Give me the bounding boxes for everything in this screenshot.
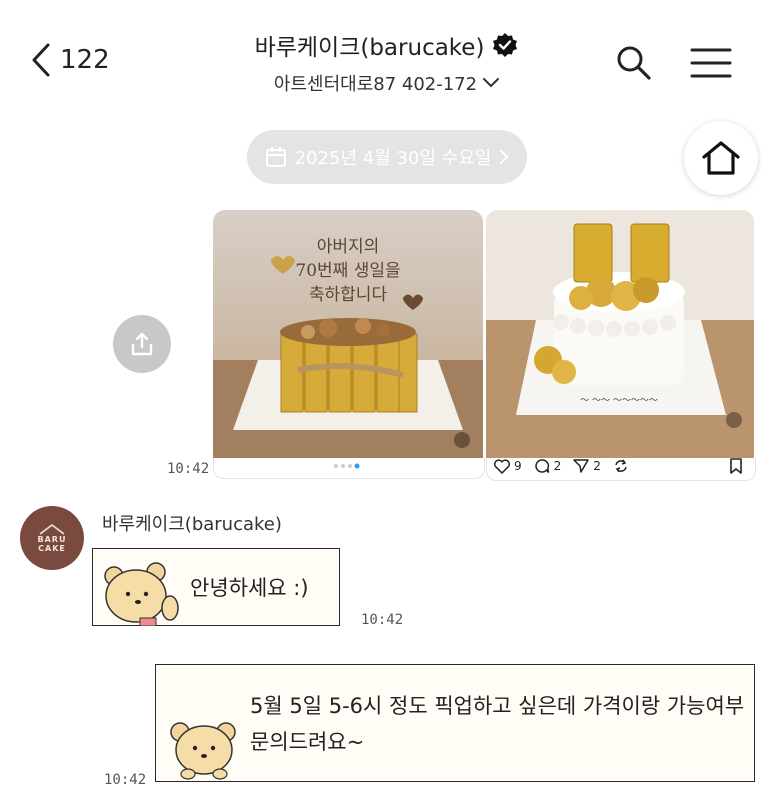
share-icon bbox=[131, 332, 153, 356]
svg-text:70번째 생일을: 70번째 생일을 bbox=[295, 261, 400, 281]
svg-text:축하합니다: 축하합니다 bbox=[309, 285, 388, 305]
chat-title: 바루케이크(barucake) bbox=[254, 35, 485, 61]
cake-photo-1[interactable]: 아버지의 70번째 생일을 축하합니다 bbox=[213, 210, 483, 458]
heart-icon[interactable] bbox=[494, 458, 510, 474]
cake-photo-2[interactable]: ～ ～～ ～～～～～ bbox=[486, 210, 754, 458]
post-stats: 9 2 2 bbox=[494, 458, 629, 474]
comments-count: 2 bbox=[553, 459, 562, 473]
svg-text:～ ～～ ～～～～～: ～ ～～ ～～～～～ bbox=[580, 396, 658, 406]
cake-illustration-1: 아버지의 70번째 생일을 축하합니다 bbox=[213, 237, 483, 458]
cake-illustration-2: ～ ～～ ～～～～～ bbox=[486, 210, 754, 458]
chat-header-title: 바루케이크(barucake) bbox=[0, 28, 773, 62]
comment-icon[interactable] bbox=[534, 458, 550, 474]
svg-text:아버지의: 아버지의 bbox=[317, 237, 380, 257]
bear-sticker-icon bbox=[104, 562, 179, 626]
date-text: 2025년 4월 30일 수요일 bbox=[294, 148, 492, 169]
likes-count: 9 bbox=[514, 459, 522, 473]
photo1-footer bbox=[213, 458, 485, 479]
avatar-text-2: CAKE bbox=[38, 544, 66, 553]
chevron-right-icon bbox=[500, 150, 509, 164]
carousel-dots bbox=[334, 463, 360, 469]
address-text: 아트센터대로87 402-172 bbox=[273, 74, 478, 95]
chevron-down-icon bbox=[483, 78, 500, 88]
home-button[interactable] bbox=[684, 121, 758, 195]
send-icon[interactable] bbox=[573, 458, 590, 474]
calendar-icon bbox=[265, 147, 286, 167]
menu-icon[interactable] bbox=[690, 46, 732, 80]
date-divider[interactable]: 2025년 4월 30일 수요일 bbox=[247, 130, 527, 184]
message-time-1: 10:42 bbox=[361, 612, 404, 628]
repost-icon[interactable] bbox=[613, 458, 629, 474]
sender-name: 바루케이크(barucake) bbox=[102, 514, 282, 535]
message-text-2: 5월 5일 5-6시 정도 픽업하고 싶은데 가격이랑 가능여부 문의드려요~ bbox=[250, 694, 745, 754]
avatar[interactable]: BARU CAKE bbox=[20, 506, 84, 570]
message-text-1: 안녕하세요 :) bbox=[190, 576, 309, 600]
shares-count: 2 bbox=[593, 459, 601, 473]
store-address[interactable]: 아트센터대로87 402-172 bbox=[0, 70, 773, 96]
home-icon bbox=[702, 141, 740, 175]
bear-sticker-icon bbox=[170, 722, 236, 780]
share-button[interactable] bbox=[113, 315, 171, 373]
avatar-text-1: BARU bbox=[37, 535, 67, 544]
bookmark-icon[interactable] bbox=[729, 458, 743, 474]
message-time-2: 10:42 bbox=[104, 772, 147, 788]
search-icon[interactable] bbox=[615, 44, 653, 82]
house-logo-icon bbox=[39, 524, 65, 535]
post-time: 10:42 bbox=[167, 461, 210, 477]
verified-icon bbox=[493, 33, 518, 57]
